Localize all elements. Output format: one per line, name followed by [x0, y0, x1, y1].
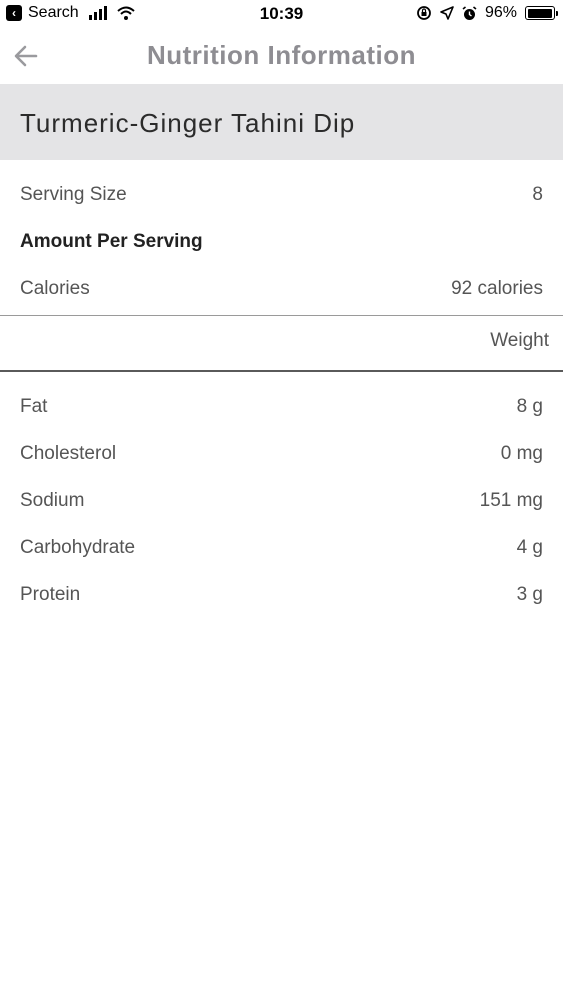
recipe-banner: Turmeric-Ginger Tahini Dip — [0, 84, 563, 160]
location-arrow-icon — [440, 6, 454, 20]
nutrient-label: Fat — [20, 396, 48, 417]
nutrient-row-cholesterol: Cholesterol 0 mg — [20, 439, 543, 469]
weight-column-header: Weight — [490, 330, 549, 351]
orientation-lock-icon — [417, 6, 431, 20]
recipe-name: Turmeric-Ginger Tahini Dip — [20, 108, 356, 138]
nutrient-row-protein: Protein 3 g — [20, 580, 543, 610]
serving-size-value: 8 — [532, 184, 543, 205]
page-title: Nutrition Information — [146, 40, 416, 70]
nutrient-label: Protein — [20, 584, 81, 605]
alarm-icon — [462, 5, 477, 20]
battery-icon — [525, 6, 558, 20]
amount-per-serving-row: Amount Per Serving — [20, 227, 543, 257]
battery-nub — [556, 11, 558, 16]
divider — [0, 315, 563, 316]
nav-header: Nutrition Information — [0, 30, 563, 84]
serving-size-row: Serving Size 8 — [20, 180, 543, 210]
battery-percent: 96% — [484, 4, 517, 21]
amount-per-serving-heading: Amount Per Serving — [20, 231, 203, 252]
nutrient-label: Carbohydrate — [20, 537, 136, 558]
status-bar: ‹ Search 10:39 96% — [0, 0, 563, 30]
calories-label: Calories — [20, 278, 90, 299]
nutrient-row-carbohydrate: Carbohydrate 4 g — [20, 533, 543, 563]
calories-row: Calories 92 calories — [20, 274, 543, 304]
nutrient-value: 151 mg — [479, 490, 543, 511]
nutrient-row-fat: Fat 8 g — [20, 392, 543, 422]
serving-size-label: Serving Size — [20, 184, 127, 205]
nutrient-row-sodium: Sodium 151 mg — [20, 486, 543, 516]
nutrient-label: Sodium — [20, 490, 85, 511]
nutrient-value: 4 g — [516, 537, 543, 558]
nutrient-value: 8 g — [516, 396, 543, 417]
battery-fill — [527, 8, 552, 18]
nutrient-value: 3 g — [516, 584, 543, 605]
status-bar-right: 96% — [416, 4, 558, 22]
nutrient-label: Cholesterol — [20, 443, 117, 464]
nutrient-value: 0 mg — [500, 443, 543, 464]
calories-value: 92 calories — [451, 278, 543, 299]
divider-dark — [0, 370, 563, 372]
